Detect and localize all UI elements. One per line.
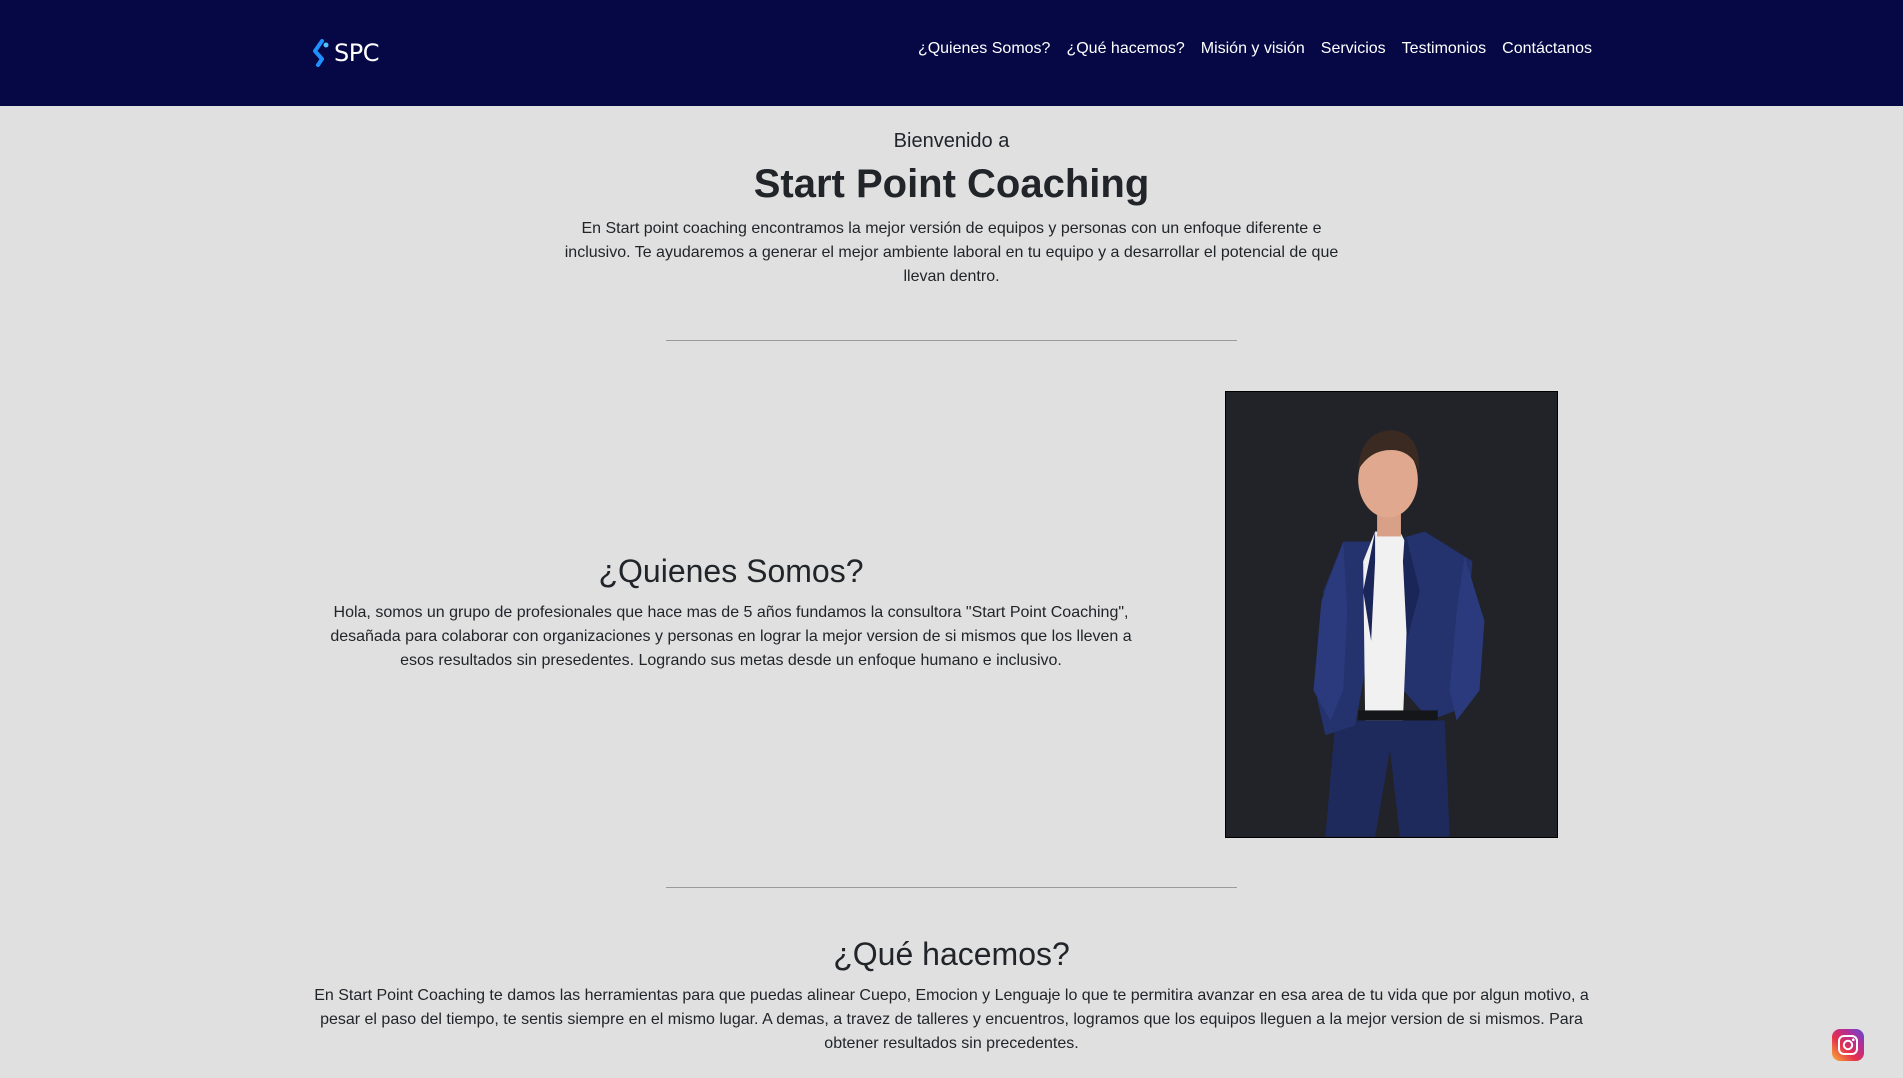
brand-name: SPC [334,39,379,67]
about-description: Hola, somos un grupo de profesionales qu… [330,604,1132,669]
instagram-icon [1838,1035,1858,1055]
nav-menu: ¿Quienes Somos? ¿Qué hacemos? Misión y v… [918,40,1592,58]
page-title: Start Point Coaching [753,162,1150,206]
section-divider [666,887,1237,888]
navbar: SPC ¿Quienes Somos? ¿Qué hacemos? Misión… [0,0,1903,106]
section-divider [666,340,1237,341]
coach-photo [1225,391,1558,838]
welcome-description: En Start point coaching encontramos la m… [564,220,1339,285]
what-heading: ¿Qué hacemos? [833,936,1070,972]
instagram-button[interactable] [1832,1029,1864,1061]
nav-link-mision-vision[interactable]: Misión y visión [1201,40,1305,57]
nav-link-quienes-somos[interactable]: ¿Quienes Somos? [918,40,1051,57]
spc-logo-icon [313,39,329,67]
about-heading: ¿Quienes Somos? [598,553,864,589]
nav-link-que-hacemos[interactable]: ¿Qué hacemos? [1066,40,1184,57]
welcome-kicker: Bienvenido a [893,130,1010,152]
person-portrait-image [1226,392,1557,837]
nav-link-servicios[interactable]: Servicios [1321,40,1386,57]
nav-link-testimonios[interactable]: Testimonios [1402,40,1486,57]
brand-link[interactable]: SPC [312,38,379,68]
nav-link-contactanos[interactable]: Contáctanos [1502,40,1592,57]
what-description: En Start Point Coaching te damos las her… [314,987,1589,1052]
